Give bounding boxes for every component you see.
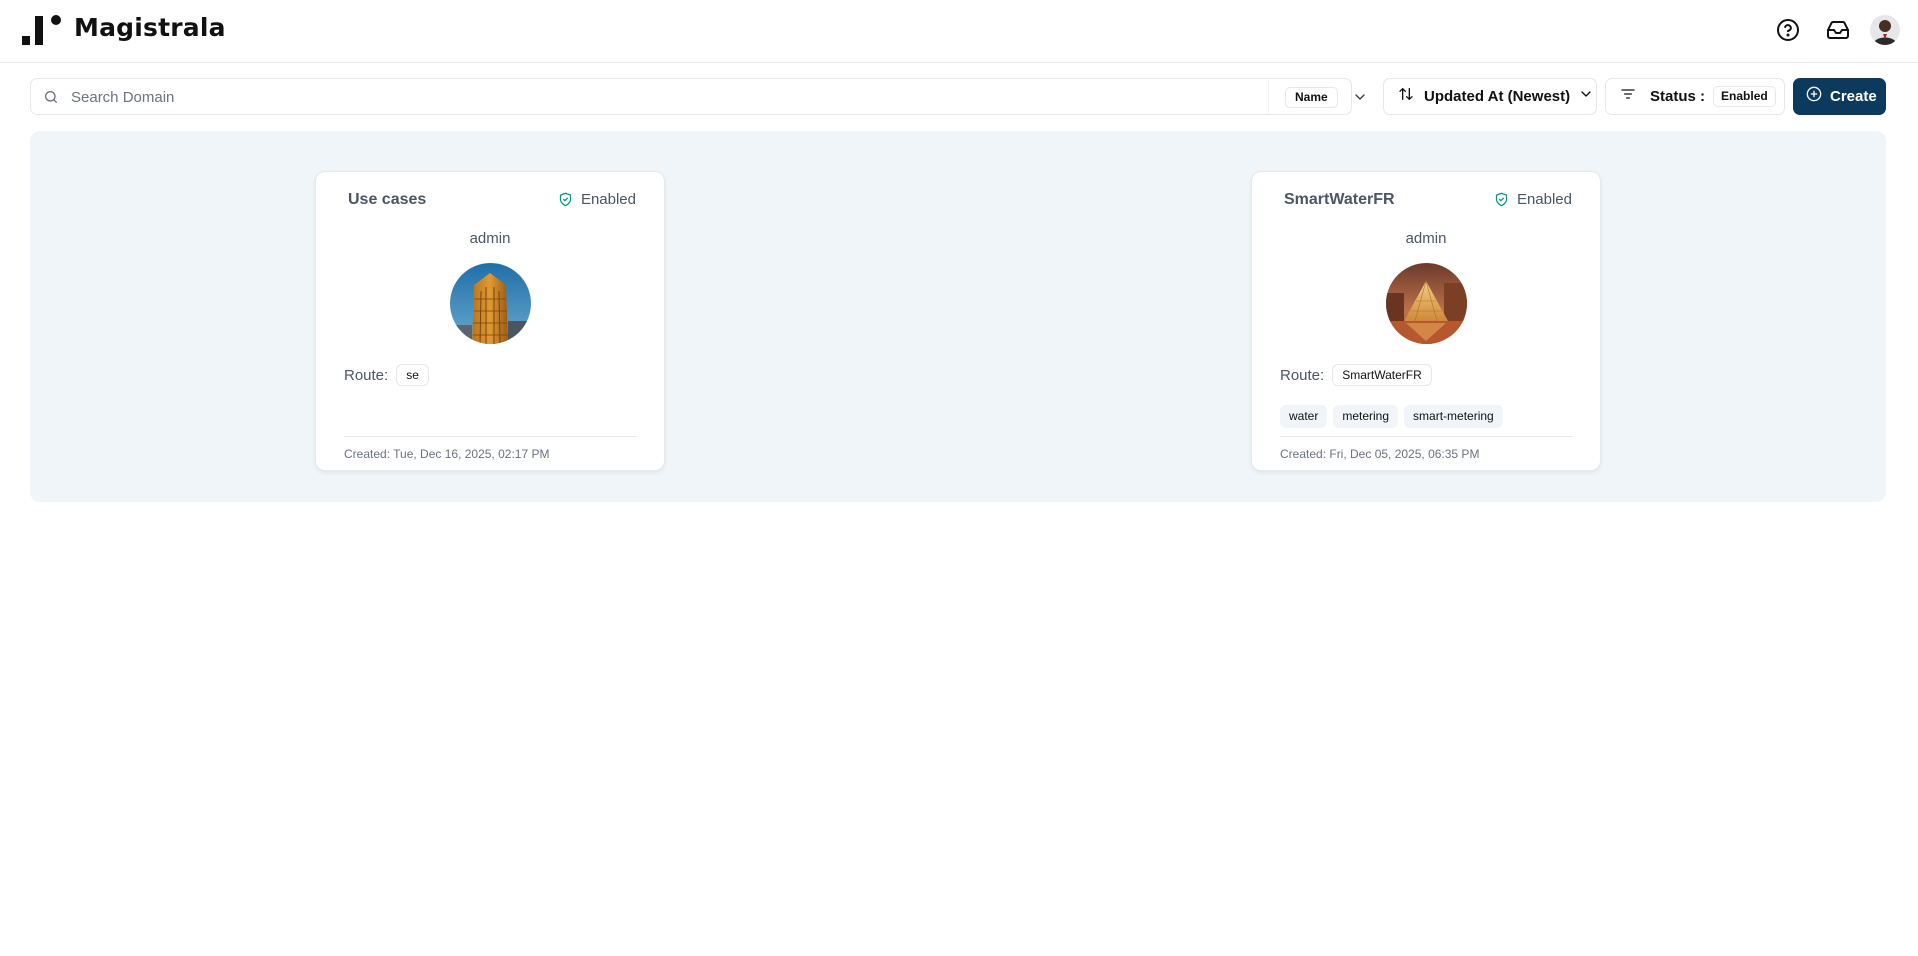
help-circle-icon[interactable]	[1774, 16, 1802, 44]
domain-created: Created: Tue, Dec 16, 2025, 02:17 PM	[344, 447, 550, 461]
logo-mark-icon	[22, 15, 61, 45]
user-avatar[interactable]	[1870, 15, 1900, 45]
domain-card[interactable]: SmartWaterFR Enabled admin Route: SmartW…	[1251, 171, 1601, 471]
sort-arrows-icon	[1398, 86, 1414, 107]
search-input[interactable]	[71, 85, 1241, 109]
chevron-down-icon	[1578, 86, 1594, 107]
domain-created: Created: Fri, Dec 05, 2025, 06:35 PM	[1280, 447, 1480, 461]
route-row: Route: se	[344, 364, 429, 386]
status-filter-label: Status :	[1650, 88, 1706, 105]
search-field-badge[interactable]: Name	[1285, 87, 1338, 108]
tag: metering	[1333, 405, 1399, 428]
status-filter-value: Enabled	[1713, 86, 1776, 107]
chevron-down-icon[interactable]	[1352, 89, 1368, 105]
tag: smart-metering	[1404, 405, 1503, 428]
domain-image	[450, 263, 531, 344]
domain-status-label: Enabled	[580, 191, 636, 208]
tag: water	[1280, 405, 1328, 428]
domains-grid: Use cases Enabled admin Route: se Create…	[30, 131, 1886, 502]
domain-status: Enabled	[1494, 191, 1572, 208]
create-button[interactable]: Create	[1793, 78, 1886, 115]
route-badge: se	[396, 364, 429, 386]
route-row: Route: SmartWaterFR	[1280, 364, 1432, 386]
search-bar: Name	[30, 78, 1365, 115]
route-label: Route:	[1280, 366, 1325, 384]
magistrala-logo[interactable]	[22, 14, 64, 46]
filter-icon	[1620, 86, 1636, 107]
create-label: Create	[1830, 88, 1877, 105]
domain-name: SmartWaterFR	[1284, 191, 1395, 208]
route-badge: SmartWaterFR	[1332, 364, 1432, 386]
plus-circle-icon	[1806, 86, 1822, 107]
shield-check-icon	[1495, 192, 1508, 207]
domain-card[interactable]: Use cases Enabled admin Route: se Create…	[315, 171, 665, 471]
brand-name: Magistrala	[74, 13, 226, 42]
domain-owner: admin	[1405, 230, 1447, 247]
inbox-icon[interactable]	[1824, 16, 1852, 44]
sort-label: Updated At (Newest)	[1424, 88, 1571, 105]
search-icon	[43, 89, 59, 110]
shield-check-icon	[559, 192, 572, 207]
search-divider	[1268, 79, 1269, 114]
domain-owner: admin	[469, 230, 511, 247]
card-divider	[1280, 436, 1572, 437]
tag-list: water metering smart-metering	[1280, 405, 1509, 428]
domain-image	[1386, 263, 1467, 344]
card-divider	[344, 436, 636, 437]
domain-status: Enabled	[558, 191, 636, 208]
sort-button[interactable]: Updated At (Newest)	[1383, 78, 1597, 115]
domain-status-label: Enabled	[1516, 191, 1572, 208]
route-label: Route:	[344, 366, 389, 384]
app-header: Magistrala	[0, 0, 1918, 63]
status-filter-button[interactable]: Status : Enabled	[1605, 78, 1785, 115]
domain-name: Use cases	[348, 191, 427, 208]
